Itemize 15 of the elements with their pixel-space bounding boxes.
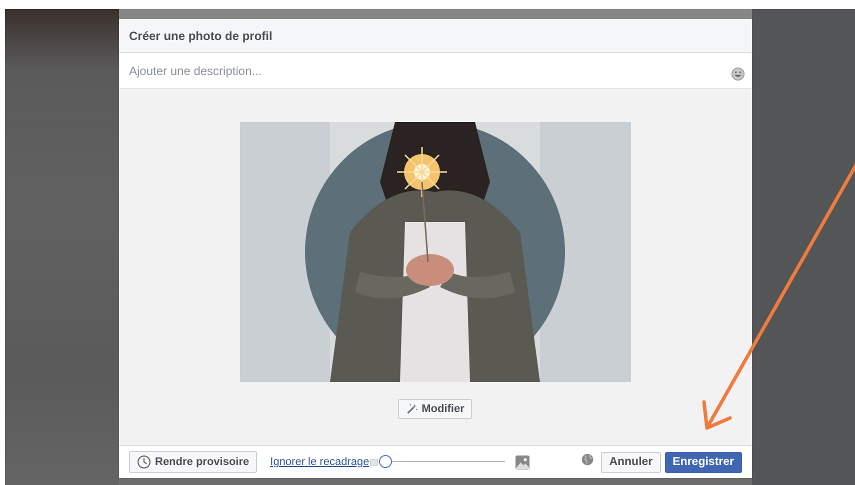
dialog-title: Créer une photo de profil	[129, 28, 272, 42]
save-button[interactable]: Enregistrer	[664, 452, 742, 472]
image-icon	[370, 458, 378, 466]
temporary-button[interactable]: Rendre provisoire	[129, 451, 258, 473]
clock-icon	[137, 455, 151, 469]
cancel-button[interactable]: Annuler	[601, 452, 661, 472]
zoom-slider[interactable]	[379, 455, 506, 469]
description-field[interactable]: Ajouter une description...	[129, 64, 731, 78]
globe-icon[interactable]	[581, 452, 594, 466]
wand-icon	[406, 403, 418, 415]
edit-button[interactable]: Modifier	[398, 399, 472, 419]
smiley-icon[interactable]	[731, 66, 745, 80]
image-icon	[515, 454, 530, 470]
description-field[interactable]: Ajouter une description...	[119, 53, 752, 89]
skip-crop-link[interactable]: Ignorer le recadrage	[270, 456, 370, 468]
